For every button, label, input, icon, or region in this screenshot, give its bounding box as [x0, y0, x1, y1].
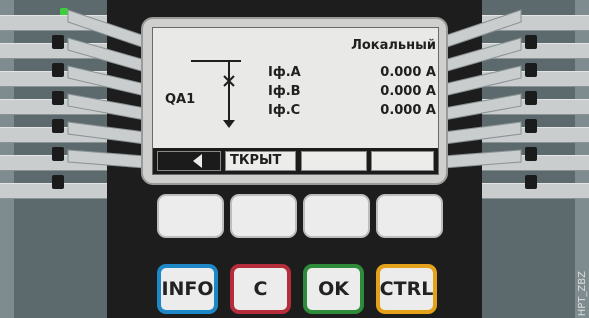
- softkey-back[interactable]: [157, 151, 221, 171]
- switch-symbol-icon: [191, 60, 241, 128]
- device-panel: Локальный QA1 Iф.A 0.000 A Iф.B 0.000 A …: [0, 0, 589, 318]
- softkey-3[interactable]: [301, 151, 367, 171]
- ctrl-button[interactable]: CTRL: [376, 264, 437, 314]
- ok-button[interactable]: OK: [303, 264, 364, 314]
- function-button-1[interactable]: [157, 194, 224, 238]
- measurement-value-b: 0.000 A: [380, 84, 436, 99]
- softkey-4[interactable]: [371, 151, 434, 171]
- measurement-label-c: Iф.C: [268, 103, 301, 118]
- function-button-3[interactable]: [303, 194, 370, 238]
- image-watermark: HPT_ZBZ: [577, 270, 588, 316]
- info-button[interactable]: INFO: [157, 264, 218, 314]
- function-button-2[interactable]: [230, 194, 297, 238]
- device-label: QA1: [165, 92, 196, 107]
- lcd-header-mode: Локальный: [351, 38, 436, 53]
- softkey-open[interactable]: ТКРЫТ: [225, 151, 296, 171]
- measurement-label-b: Iф.B: [268, 84, 301, 99]
- measurement-label-a: Iф.A: [268, 65, 301, 80]
- softkey-bar: ТКРЫТ: [153, 148, 438, 174]
- function-button-4[interactable]: [376, 194, 443, 238]
- measurement-value-a: 0.000 A: [380, 65, 436, 80]
- clear-button[interactable]: C: [230, 264, 291, 314]
- measurement-value-c: 0.000 A: [380, 103, 436, 118]
- arrow-left-icon: [193, 154, 202, 168]
- lcd-screen: Локальный QA1 Iф.A 0.000 A Iф.B 0.000 A …: [152, 27, 439, 175]
